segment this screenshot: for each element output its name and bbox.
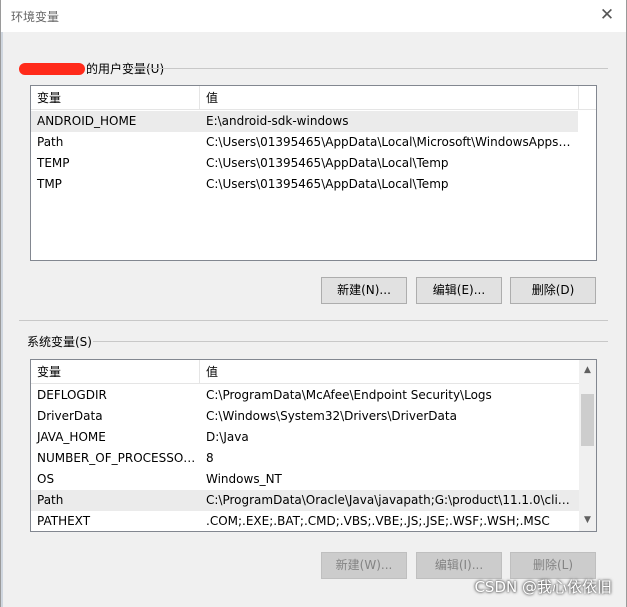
table-row[interactable]: PATHEXT .COM;.EXE;.BAT;.CMD;.VBS;.VBE;.JS… bbox=[31, 511, 579, 531]
user-vars-header: 变量 值 bbox=[31, 86, 596, 110]
table-row[interactable]: OS Windows_NT bbox=[31, 469, 579, 490]
variable-name-cell: NUMBER_OF_PROCESSORS bbox=[37, 451, 199, 465]
column-header-value[interactable]: 值 bbox=[200, 86, 578, 110]
variable-value-cell: 8 bbox=[206, 451, 214, 465]
variable-name-cell: OS bbox=[37, 472, 55, 486]
close-icon[interactable]: ✕ bbox=[598, 6, 616, 24]
table-row[interactable]: DriverData C:\Windows\System32\Drivers\Dr… bbox=[31, 406, 579, 427]
table-row[interactable]: JAVA_HOME D:\Java bbox=[31, 427, 579, 448]
user-new-button[interactable]: 新建(N)... bbox=[321, 277, 407, 304]
column-header-value[interactable]: 值 bbox=[200, 360, 578, 384]
variable-value-cell: C:\Windows\System32\Drivers\DriverData bbox=[206, 409, 457, 423]
table-row[interactable]: TMP C:\Users\01395465\AppData\Local\Temp bbox=[31, 174, 578, 195]
system-delete-button[interactable]: 删除(L) bbox=[510, 552, 596, 579]
variable-name-cell: DriverData bbox=[37, 409, 103, 423]
variable-value-cell: D:\Java bbox=[206, 430, 249, 444]
variable-name-cell: Path bbox=[37, 135, 64, 149]
variable-name-cell: DEFLOGDIR bbox=[37, 388, 107, 402]
user-edit-button[interactable]: 编辑(E)... bbox=[416, 277, 502, 304]
variable-value-cell: C:\Users\01395465\AppData\Local\Microsof… bbox=[206, 135, 572, 149]
variable-value-cell: C:\ProgramData\McAfee\Endpoint Security\… bbox=[206, 388, 492, 402]
table-row[interactable]: Path C:\Users\01395465\AppData\Local\Micr… bbox=[31, 132, 578, 153]
column-header-variable[interactable]: 变量 bbox=[31, 360, 199, 384]
user-delete-button[interactable]: 删除(D) bbox=[510, 277, 596, 304]
system-vars-list[interactable]: 变量 值 DEFLOGDIR C:\ProgramData\McAfee\Endp… bbox=[30, 359, 597, 532]
variable-name-cell: PATHEXT bbox=[37, 514, 91, 528]
window-title: 环境变量 bbox=[11, 10, 60, 24]
user-vars-list[interactable]: 变量 值 ANDROID_HOME E:\android-sdk-windows P… bbox=[30, 85, 597, 261]
variable-value-cell: Windows_NT bbox=[206, 472, 282, 486]
variable-value-cell: E:\android-sdk-windows bbox=[206, 114, 349, 128]
column-header-variable[interactable]: 变量 bbox=[31, 86, 199, 110]
table-row[interactable]: ANDROID_HOME E:\android-sdk-windows bbox=[31, 111, 578, 132]
table-row[interactable]: DEFLOGDIR C:\ProgramData\McAfee\Endpoint … bbox=[31, 385, 579, 406]
system-new-button[interactable]: 新建(W)... bbox=[321, 552, 407, 579]
chevron-up-icon[interactable]: ▲ bbox=[579, 362, 596, 379]
variable-value-cell: C:\ProgramData\Oracle\Java\javapath;G:\p… bbox=[206, 493, 573, 507]
variable-value-cell: C:\Users\01395465\AppData\Local\Temp bbox=[206, 177, 449, 191]
variable-name-cell: TMP bbox=[37, 177, 62, 191]
variable-name-cell: TEMP bbox=[37, 156, 70, 170]
variable-name-cell: JAVA_HOME bbox=[37, 430, 106, 444]
table-row[interactable]: NUMBER_OF_PROCESSORS 8 bbox=[31, 448, 579, 469]
environment-variables-dialog: 环境变量 ✕ 的用户变量(U) 变量 值 ANDROID_HOME E:\andr… bbox=[0, 0, 627, 607]
system-vars-header: 变量 值 bbox=[31, 360, 579, 384]
system-vars-group-line bbox=[93, 341, 608, 342]
table-row[interactable]: Path C:\ProgramData\Oracle\Java\javapath;… bbox=[31, 490, 579, 511]
variable-value-cell: .COM;.EXE;.BAT;.CMD;.VBS;.VBE;.JS;.JSE;.… bbox=[206, 514, 550, 528]
watermark: CSDN @我心依依旧 bbox=[474, 578, 612, 596]
table-row[interactable]: TEMP C:\Users\01395465\AppData\Local\Temp bbox=[31, 153, 578, 174]
system-edit-button[interactable]: 编辑(I)... bbox=[416, 552, 502, 579]
chevron-down-icon[interactable]: ▼ bbox=[579, 512, 596, 529]
variable-name-cell: Path bbox=[37, 493, 64, 507]
variable-value-cell: C:\Users\01395465\AppData\Local\Temp bbox=[206, 156, 449, 170]
section-divider bbox=[19, 320, 608, 321]
title-bar[interactable]: 环境变量 ✕ bbox=[1, 0, 626, 32]
user-vars-group-line bbox=[129, 68, 608, 69]
system-vars-label: 系统变量(S) bbox=[27, 335, 92, 349]
system-vars-scrollbar[interactable]: ▲ ▼ bbox=[579, 360, 596, 531]
scrollbar-thumb[interactable] bbox=[581, 394, 594, 446]
background-window-edge bbox=[1, 0, 3, 607]
variable-name-cell: ANDROID_HOME bbox=[37, 114, 137, 128]
redacted-username bbox=[19, 63, 85, 75]
